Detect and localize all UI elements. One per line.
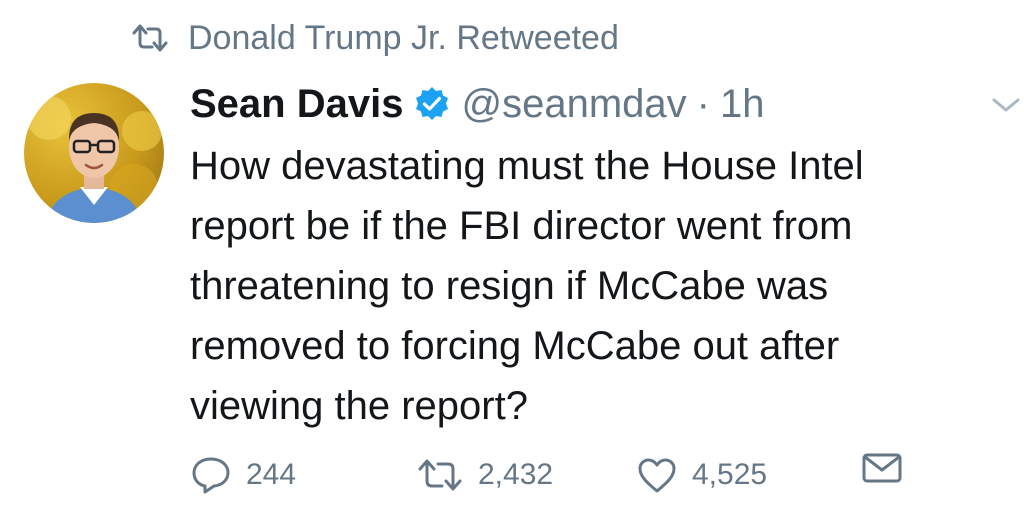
like-count: 4,525 xyxy=(692,458,768,491)
reply-button[interactable]: 244 xyxy=(190,450,296,500)
timestamp[interactable]: 1h xyxy=(720,80,765,128)
tweet-text: How devastating must the House Intel rep… xyxy=(190,136,990,436)
action-bar: 244 2,432 4,525 xyxy=(190,450,910,500)
retweet-icon xyxy=(130,23,170,53)
heart-icon xyxy=(638,458,676,493)
retweet-context-label: Donald Trump Jr. Retweeted xyxy=(188,19,619,57)
handle[interactable]: @seanmdav xyxy=(461,80,686,128)
reply-icon xyxy=(192,457,230,494)
tweet-text-line: How devastating must the House Intel xyxy=(190,144,864,188)
display-name[interactable]: Sean Davis xyxy=(190,80,403,128)
separator-dot: · xyxy=(696,82,710,126)
retweet-action-icon xyxy=(418,459,462,491)
retweet-button[interactable]: 2,432 xyxy=(416,450,553,500)
like-button[interactable]: 4,525 xyxy=(636,450,767,500)
tweet-card: Donald Trump Jr. Retweeted Sean Davis @s… xyxy=(0,0,1024,512)
tweet-text-line: threatening to resign if McCabe was xyxy=(190,264,829,308)
reply-count: 244 xyxy=(246,458,297,491)
tweet-text-line: report be if the FBI director went from xyxy=(190,204,853,248)
direct-message-button[interactable] xyxy=(860,450,918,486)
retweet-count: 2,432 xyxy=(478,458,554,491)
tweet-text-line: viewing the report? xyxy=(190,384,528,428)
verified-badge-icon xyxy=(413,85,451,123)
tweet-header: Sean Davis @seanmdav · 1h xyxy=(190,80,764,128)
retweet-context[interactable]: Donald Trump Jr. Retweeted xyxy=(130,18,619,58)
envelope-icon xyxy=(862,453,902,483)
tweet-text-line: removed to forcing McCabe out after xyxy=(190,324,840,368)
avatar[interactable] xyxy=(24,83,164,223)
chevron-down-icon[interactable] xyxy=(988,92,1024,118)
